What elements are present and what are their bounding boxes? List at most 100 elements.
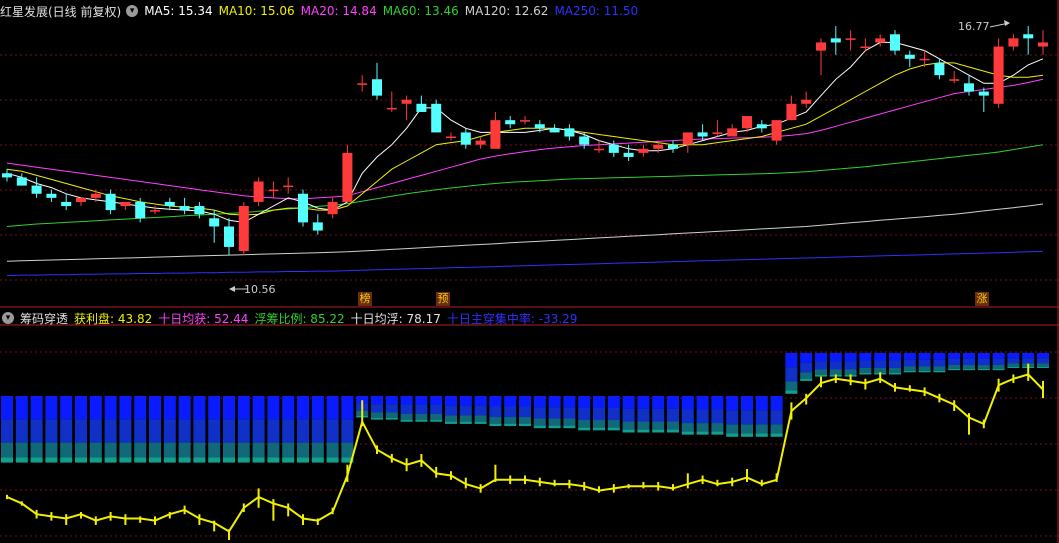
- chip-bar-top: [681, 395, 694, 410]
- chip-bar-base: [741, 433, 753, 437]
- chevron-down-icon[interactable]: ▾: [126, 5, 139, 17]
- chip-bar-low: [741, 424, 753, 434]
- chip-bar-mid: [311, 419, 324, 443]
- chip-bar-top: [859, 352, 872, 361]
- chip-bar-top: [149, 395, 161, 420]
- chip-bar-mid: [770, 410, 783, 425]
- chip-bar-base: [815, 374, 827, 377]
- chip-bar-base: [726, 433, 739, 437]
- candle-up: [682, 132, 693, 145]
- chip-bar-base: [134, 457, 147, 463]
- badge-zhang[interactable]: 涨: [975, 292, 989, 306]
- chip-bar-top: [208, 395, 221, 420]
- chip-bar-low: [30, 442, 43, 458]
- chip-bar-top: [371, 395, 383, 405]
- chip-bar-top: [963, 352, 975, 359]
- stock-title[interactable]: 红星发展(日线 前复权): [0, 3, 121, 20]
- chip-bar-top: [755, 395, 768, 411]
- chip-bar-base: [489, 423, 502, 427]
- chip-bar-mid: [415, 404, 428, 415]
- chip-bar-base: [755, 433, 768, 437]
- candle-up: [860, 46, 871, 49]
- chip-bar-low: [89, 442, 102, 458]
- chip-bar-base: [178, 457, 191, 463]
- indicator-title[interactable]: 筹码穿透: [20, 310, 68, 327]
- chip-bar-low: [282, 442, 295, 458]
- candle-down: [697, 132, 708, 137]
- chip-bar-low: [622, 421, 635, 430]
- candle-down: [564, 128, 575, 137]
- chip-bar-mid: [371, 404, 383, 413]
- chevron-down-icon[interactable]: ▾: [2, 312, 14, 324]
- chip-bar-top: [430, 395, 443, 405]
- candle-up: [816, 42, 826, 51]
- chip-bar-base: [622, 429, 635, 433]
- candle-down: [623, 152, 634, 157]
- chip-bar-low: [60, 442, 73, 458]
- chip-bar-top: [504, 395, 517, 407]
- candle-down: [890, 34, 900, 51]
- chip-bar-mid: [844, 361, 857, 370]
- badge-bang[interactable]: 榜: [358, 292, 372, 306]
- chip-bar-mid: [593, 407, 605, 421]
- chip-bar-base: [548, 425, 561, 429]
- chip-bar-low: [267, 442, 280, 458]
- chip-bar-mid: [977, 358, 990, 365]
- chip-bar-mid: [297, 419, 309, 443]
- candle-up: [268, 189, 279, 192]
- chip-bar-base: [977, 368, 990, 371]
- chip-bar-base: [770, 433, 783, 437]
- candle-down: [416, 103, 427, 112]
- chip-bar-mid: [578, 407, 591, 421]
- moving-average-lines: [6, 41, 1044, 277]
- candle-up: [919, 58, 930, 61]
- chip-bar-mid: [563, 407, 576, 419]
- chip-bar-mid: [193, 419, 206, 443]
- chip-bar-low: [1, 442, 13, 458]
- avg-float-value: 十日均浮: 78.17: [350, 311, 441, 326]
- chip-bar-low: [829, 369, 842, 375]
- chip-bar-mid: [637, 408, 650, 422]
- chip-bar-top: [844, 352, 857, 362]
- chip-bar-low: [815, 369, 827, 375]
- chip-bar-low: [149, 442, 161, 458]
- chip-bar-top: [75, 395, 87, 420]
- chip-bar-top: [223, 395, 235, 420]
- chip-bar-low: [119, 442, 132, 458]
- chip-bar-low: [785, 381, 798, 391]
- chip-bar-low: [963, 364, 975, 369]
- chip-bar-low: [163, 442, 176, 458]
- chip-bar-mid: [533, 407, 546, 419]
- chip-bar-mid: [933, 359, 946, 367]
- badge-yu[interactable]: 预: [436, 292, 450, 306]
- chip-bar-top: [134, 395, 147, 420]
- chip-bar-low: [637, 421, 650, 430]
- chip-bar-mid: [252, 419, 265, 443]
- candle-up: [653, 144, 664, 149]
- chip-bar-low: [607, 420, 620, 428]
- candle-down: [534, 124, 545, 129]
- chip-bar-base: [504, 423, 517, 427]
- chip-bar-mid: [104, 419, 117, 443]
- chip-bar-low: [371, 412, 383, 418]
- chip-bar-base: [119, 457, 132, 463]
- candle-down: [224, 226, 234, 247]
- chip-bar-base: [933, 370, 946, 373]
- chip-bar-top: [385, 395, 398, 405]
- candle-up: [90, 193, 101, 198]
- chip-bar-base: [75, 457, 87, 463]
- chip-bar-top: [252, 395, 265, 420]
- chip-bar-top: [726, 395, 739, 411]
- ma20-line: [6, 78, 1044, 200]
- chip-bar-top: [977, 352, 990, 359]
- chip-bar-top: [459, 395, 472, 406]
- chip-bar-mid: [134, 419, 147, 443]
- chip-bar-base: [474, 421, 487, 424]
- chip-bar-mid: [208, 419, 221, 443]
- chip-bar-top: [1, 395, 13, 420]
- chip-bar-mid: [400, 404, 413, 415]
- candlesticks: [2, 26, 1048, 256]
- chip-bar-mid: [681, 409, 694, 424]
- chip-bar-base: [889, 372, 901, 375]
- chip-bar-base: [430, 419, 443, 422]
